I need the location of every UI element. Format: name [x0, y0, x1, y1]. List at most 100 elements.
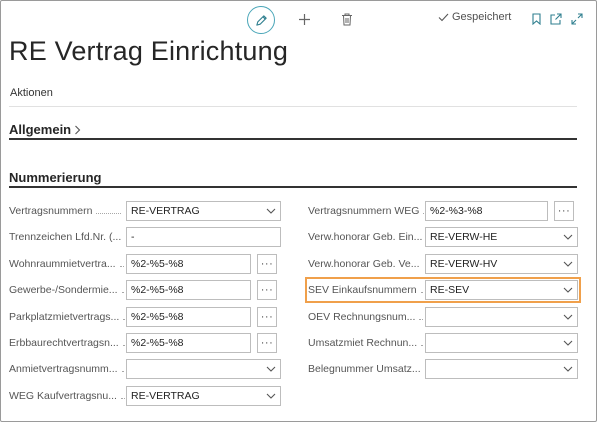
dropdown-field[interactable]: RE-VERW-HE	[425, 227, 578, 247]
bookmark-icon	[531, 13, 541, 25]
chevron-down-icon	[563, 234, 573, 240]
field-label-text: Verw.honorar Geb. Ein...	[308, 231, 423, 243]
left-field-label[interactable]: Trennzeichen Lfd.Nr. (...	[9, 227, 125, 247]
assist-edit-button[interactable]: ···	[257, 307, 277, 327]
left-field-label[interactable]: Gewerbe-/Sondermie...	[9, 280, 125, 300]
right-field-label[interactable]: Vertragsnummern WEG	[308, 201, 424, 221]
field-value: %2-%3-%8	[430, 205, 483, 217]
label-leader-dots	[423, 265, 424, 267]
ellipsis-icon: ···	[260, 258, 274, 270]
dropdown-field[interactable]: RE-VERTRAG	[126, 201, 281, 221]
chevron-down-icon	[266, 393, 276, 399]
dropdown-toggle[interactable]	[266, 391, 276, 401]
ellipsis-icon: ···	[557, 205, 571, 217]
dropdown-toggle[interactable]	[563, 364, 573, 374]
field-label-text: Anmietvertragsnumm...	[9, 363, 118, 375]
chevron-down-icon	[266, 208, 276, 214]
left-field-label[interactable]: Parkplatzmietvertrags...	[9, 307, 125, 327]
saved-label: Gespeichert	[452, 11, 512, 23]
label-leader-dots	[423, 212, 424, 214]
assist-edit-button[interactable]: ···	[257, 254, 277, 274]
assist-edit-button[interactable]: ···	[554, 201, 574, 221]
dropdown-field[interactable]: RE-VERW-HV	[425, 254, 578, 274]
chevron-down-icon	[563, 340, 573, 346]
chevron-down-icon	[563, 314, 573, 320]
field-value: RE-VERTRAG	[131, 205, 200, 217]
field-label-text: Gewerbe-/Sondermie...	[9, 284, 118, 296]
right-field-label[interactable]: Verw.honorar Geb. Ve...	[308, 254, 424, 274]
dropdown-field[interactable]	[425, 333, 578, 353]
add-button[interactable]	[293, 8, 315, 30]
text-field[interactable]: %2-%5-%8	[126, 280, 251, 300]
dropdown-field[interactable]	[425, 359, 578, 379]
left-field-label[interactable]: WEG Kaufvertragsnu...	[9, 386, 125, 406]
edit-button[interactable]	[247, 6, 275, 34]
chevron-down-icon	[563, 366, 573, 372]
section-numbering-header[interactable]: Nummerierung	[9, 170, 101, 185]
chevron-down-icon	[266, 366, 276, 372]
section-general-header[interactable]: Allgemein	[9, 122, 81, 137]
field-value: RE-VERTRAG	[131, 390, 200, 402]
label-leader-dots	[419, 318, 424, 320]
left-field-label[interactable]: Erbbaurechtvertragsn...	[9, 333, 125, 353]
field-label-text: Umsatzmiet Rechnun...	[308, 337, 418, 349]
dropdown-toggle[interactable]	[563, 312, 573, 322]
label-leader-dots	[121, 370, 125, 372]
right-field-label[interactable]: Umsatzmiet Rechnun...	[308, 333, 424, 353]
label-leader-dots	[122, 344, 125, 346]
assist-edit-button[interactable]: ···	[257, 333, 277, 353]
expand-button[interactable]	[566, 8, 588, 30]
right-field-label[interactable]: Belegnummer Umsatz...	[308, 359, 424, 379]
section-numbering-title: Nummerierung	[9, 170, 102, 185]
open-new-window-button[interactable]	[545, 8, 567, 30]
checkmark-icon	[438, 13, 449, 21]
pencil-icon	[255, 14, 267, 26]
left-field-label[interactable]: Wohnraummietvertra...	[9, 254, 125, 274]
dropdown-toggle[interactable]	[563, 259, 573, 269]
assist-edit-button[interactable]: ···	[257, 280, 277, 300]
text-field[interactable]: %2-%5-%8	[126, 333, 251, 353]
dropdown-field[interactable]	[425, 307, 578, 327]
field-label-text: Vertragsnummern WEG	[308, 205, 420, 217]
field-label-text: Verw.honorar Geb. Ve...	[308, 258, 420, 270]
right-field-label[interactable]: Verw.honorar Geb. Ein...	[308, 227, 424, 247]
dropdown-field[interactable]: RE-VERTRAG	[126, 386, 281, 406]
text-field[interactable]: %2-%5-%8	[126, 254, 251, 274]
label-leader-dots	[123, 318, 125, 320]
dropdown-toggle[interactable]	[266, 364, 276, 374]
label-leader-dots	[96, 212, 121, 214]
toolbar: Gespeichert	[0, 0, 597, 36]
section-general-rule	[9, 138, 577, 140]
ellipsis-icon: ···	[260, 337, 274, 349]
text-field[interactable]: %2-%3-%8	[425, 201, 548, 221]
bookmark-button[interactable]	[525, 8, 547, 30]
field-value: %2-%5-%8	[131, 337, 184, 349]
dropdown-toggle[interactable]	[563, 232, 573, 242]
dropdown-toggle[interactable]	[266, 206, 276, 216]
saved-status: Gespeichert	[438, 11, 511, 23]
highlight-frame	[305, 277, 581, 303]
text-field[interactable]: %2-%5-%8	[126, 307, 251, 327]
delete-button[interactable]	[336, 8, 358, 30]
field-value: %2-%5-%8	[131, 258, 184, 270]
text-field[interactable]: -	[126, 227, 281, 247]
label-leader-dots	[120, 397, 125, 399]
label-leader-dots	[121, 291, 125, 293]
field-value: RE-VERW-HV	[430, 258, 498, 270]
actions-menu[interactable]: Aktionen	[10, 87, 53, 99]
chevron-right-icon	[75, 125, 81, 134]
field-label-text: Vertragsnummern	[9, 205, 93, 217]
field-label-text: Wohnraummietvertra...	[9, 258, 116, 270]
field-label-text: OEV Rechnungsnum...	[308, 311, 416, 323]
field-value: RE-VERW-HE	[430, 231, 498, 243]
dropdown-toggle[interactable]	[563, 338, 573, 348]
left-field-label[interactable]: Anmietvertragsnumm...	[9, 359, 125, 379]
page-title: RE Vertrag Einrichtung	[9, 36, 289, 66]
left-field-label[interactable]: Vertragsnummern	[9, 201, 125, 221]
trash-icon	[342, 13, 352, 25]
label-leader-dots	[421, 344, 424, 346]
dropdown-field[interactable]	[126, 359, 281, 379]
right-field-label[interactable]: OEV Rechnungsnum...	[308, 307, 424, 327]
chevron-down-icon	[563, 261, 573, 267]
field-label-text: WEG Kaufvertragsnu...	[9, 390, 117, 402]
